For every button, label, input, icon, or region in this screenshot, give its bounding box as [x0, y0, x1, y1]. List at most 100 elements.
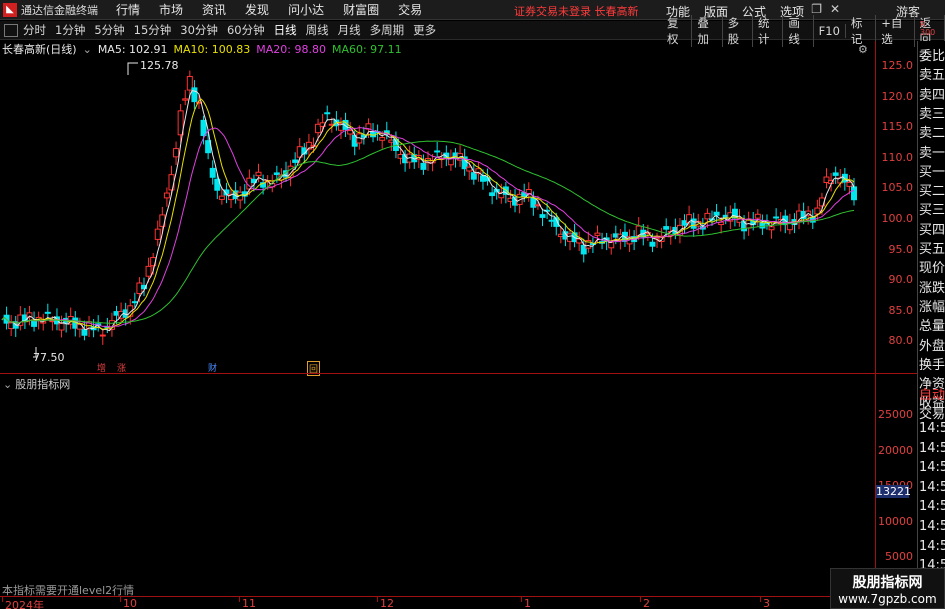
candle-body	[379, 137, 386, 141]
side-panel-item: 14:56	[919, 499, 945, 515]
sub-y-tick: 5000	[885, 550, 913, 563]
main-y-axis: 125.0 120.0 115.0 110.0 105.0 100.0 95.0 90.0 85…	[875, 41, 917, 373]
period-toolbar: 分时 1分钟 5分钟 15分钟 30分钟 60分钟 日线 周线 月线 多周期 更…	[0, 14, 945, 47]
chevron-down-icon[interactable]: ⌄	[83, 43, 92, 56]
period-monthly[interactable]: 月线	[338, 22, 361, 38]
candle-body	[154, 228, 161, 240]
candle-body	[846, 181, 853, 187]
chart-settings-icon[interactable]: ⚙	[858, 43, 868, 56]
watermark: 股朋指标网 www.7gpzb.com	[830, 568, 945, 609]
candle-body	[145, 265, 152, 277]
sub-chart-title: ⌄ 股朋指标网	[3, 376, 70, 392]
y-tick: 85.0	[888, 303, 914, 317]
ma10-value: MA10: 100.83	[173, 42, 251, 56]
menu-zixun[interactable]: 资讯	[202, 1, 226, 18]
stock-name: 长春高新(日线)	[2, 43, 77, 56]
side-panel-item: 委比	[919, 49, 945, 64]
side-panel-item: 卖三	[919, 106, 945, 122]
period-60min[interactable]: 60分钟	[227, 22, 265, 38]
candle-body	[99, 334, 106, 337]
candle-body	[182, 98, 189, 101]
x-tick: 12	[377, 597, 394, 609]
period-15min[interactable]: 15分钟	[134, 22, 172, 38]
x-tick: 10	[120, 597, 137, 609]
low-price-label: 77.50	[33, 351, 65, 364]
tool-f10[interactable]: F10	[814, 23, 846, 38]
side-panel-item: 买三	[919, 203, 945, 219]
period-weekly[interactable]: 周线	[306, 22, 329, 38]
y-tick: 105.0	[881, 181, 914, 195]
menu-shichang[interactable]: 市场	[159, 1, 183, 18]
ma20-value: MA20: 98.80	[256, 42, 326, 56]
period-more[interactable]: 更多	[413, 22, 436, 38]
close-icon[interactable]: ✕	[830, 2, 840, 16]
period-multi[interactable]: 多周期	[370, 22, 405, 38]
x-tick: 3	[760, 597, 770, 609]
y-tick: 115.0	[881, 120, 914, 134]
menu-hangqing[interactable]: 行情	[116, 1, 140, 18]
sub-y-tick: 20000	[878, 443, 913, 457]
side-panel-item: 14:56	[919, 421, 945, 436]
watermark-title: 股朋指标网	[852, 574, 923, 591]
side-panel-item: 14:56	[919, 538, 945, 554]
candle-body	[44, 311, 51, 314]
layout-toggle-icon[interactable]	[4, 23, 18, 37]
sub-y-tick: 25000	[878, 408, 913, 421]
high-price-label: 125.78	[140, 59, 179, 72]
candle-body	[31, 319, 38, 327]
side-panel-item: 14:56	[919, 479, 945, 495]
app-logo-icon: ◣	[3, 2, 17, 17]
candle-body	[539, 214, 546, 218]
kline-chart[interactable]: 125.78 77.50	[0, 41, 875, 373]
candle-body	[832, 172, 839, 176]
candle-body	[594, 232, 601, 236]
side-header-code: 300	[920, 28, 936, 37]
side-panel-item: 卖五	[919, 68, 945, 84]
period-1min[interactable]: 1分钟	[55, 22, 85, 38]
trade-login-alert[interactable]: 证券交易未登录 长春高新	[514, 3, 639, 19]
candle-body	[768, 226, 775, 231]
y-tick: 110.0	[881, 150, 914, 164]
side-panel-item: 卖二	[919, 126, 945, 142]
panel-divider	[0, 373, 917, 374]
candle-body	[420, 162, 427, 170]
side-panel-item[interactable]: 自动	[919, 384, 945, 403]
side-panel-item: 现价	[919, 261, 945, 277]
candle-body	[434, 150, 441, 153]
ma-info-line: 长春高新(日线) ⌄ MA5: 102.91 MA10: 100.83 MA20…	[2, 42, 402, 57]
candle-body	[608, 241, 615, 249]
period-5min[interactable]: 5分钟	[94, 22, 124, 38]
candle-body	[851, 186, 857, 201]
side-panel-item: 买五	[919, 242, 945, 257]
sub-chart-name[interactable]: 股朋指标网	[15, 376, 70, 392]
y-tick: 90.0	[888, 273, 914, 287]
x-tick: 11	[239, 597, 256, 609]
candle-body	[209, 167, 216, 178]
candle-body	[754, 213, 761, 219]
menu-wenxiaoda[interactable]: 问小达	[288, 1, 324, 18]
candle-body	[489, 192, 496, 197]
side-panel-item[interactable]: 交易	[919, 403, 945, 422]
chevron-down-icon[interactable]: ⌄	[3, 378, 12, 391]
right-tools: 复权 叠加 多股 统计 画线 F10 标记 +自选 返回	[662, 14, 945, 47]
candle-body	[347, 130, 354, 135]
candle-body	[218, 195, 225, 200]
menu-faxian[interactable]: 发现	[245, 1, 269, 18]
menu-jiaoyi[interactable]: 交易	[398, 1, 422, 18]
period-30min[interactable]: 30分钟	[180, 22, 218, 38]
side-panel-item: 买四	[919, 222, 945, 238]
candle-body	[58, 323, 65, 331]
ma5-value: MA5: 102.91	[97, 42, 168, 56]
y-tick: 80.0	[888, 334, 914, 348]
period-daily[interactable]: 日线	[274, 22, 297, 38]
candle-body	[773, 216, 780, 219]
y-tick: 95.0	[888, 242, 914, 256]
candle-body	[324, 112, 331, 115]
y-tick: 100.0	[881, 212, 914, 225]
period-fenshi[interactable]: 分时	[23, 22, 46, 38]
candle-body	[292, 159, 299, 163]
menu-caifuquan[interactable]: 财富圈	[343, 1, 379, 18]
x-axis: 2024年 10 11 12 1 2 3	[0, 596, 917, 609]
candle-body	[191, 87, 198, 103]
side-panel-item: 14:56	[919, 460, 945, 476]
